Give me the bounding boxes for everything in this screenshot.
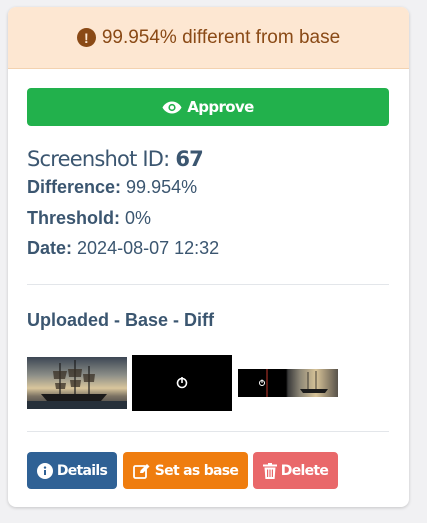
approve-label: Approve <box>187 98 254 116</box>
details-button[interactable]: Details <box>27 452 117 489</box>
difference-label: Difference: <box>27 177 122 197</box>
base-image-thumbnail[interactable] <box>132 355 232 411</box>
uploaded-image-thumbnail[interactable] <box>27 357 127 409</box>
approve-button[interactable]: Approve <box>27 88 389 126</box>
difference-row: Difference: 99.954% <box>27 177 197 198</box>
screenshot-id-label: Screenshot ID: <box>27 147 170 171</box>
screenshot-card: ! 99.954% different from base Approve Sc… <box>8 7 409 507</box>
exclamation-circle-icon: ! <box>76 28 96 47</box>
threshold-row: Threshold: 0% <box>27 208 151 229</box>
screenshot-id-value: 67 <box>175 147 203 171</box>
date-label: Date: <box>27 238 73 258</box>
threshold-label: Threshold: <box>27 208 120 228</box>
threshold-value: 0% <box>125 208 152 228</box>
divider <box>27 284 389 285</box>
divider <box>27 431 389 432</box>
images-section-title: Uploaded - Base - Diff <box>27 310 215 330</box>
set-as-base-label: Set as base <box>154 462 239 479</box>
edit-icon <box>132 463 150 479</box>
set-as-base-button[interactable]: Set as base <box>123 452 248 489</box>
delete-button[interactable]: Delete <box>253 452 338 489</box>
eye-icon <box>162 101 182 113</box>
diff-alert: ! 99.954% different from base <box>8 7 409 69</box>
difference-value: 99.954% <box>126 177 198 197</box>
date-row: Date: 2024-08-07 12:32 <box>27 238 219 259</box>
diff-image-thumbnail[interactable] <box>238 369 338 397</box>
info-circle-icon <box>36 462 53 479</box>
date-value: 2024-08-07 12:32 <box>77 238 220 258</box>
diff-alert-text: 99.954% different from base <box>101 26 341 48</box>
screenshot-id: Screenshot ID: 67 <box>27 147 204 171</box>
details-label: Details <box>56 462 108 479</box>
delete-label: Delete <box>280 462 329 479</box>
trash-icon <box>262 462 277 479</box>
